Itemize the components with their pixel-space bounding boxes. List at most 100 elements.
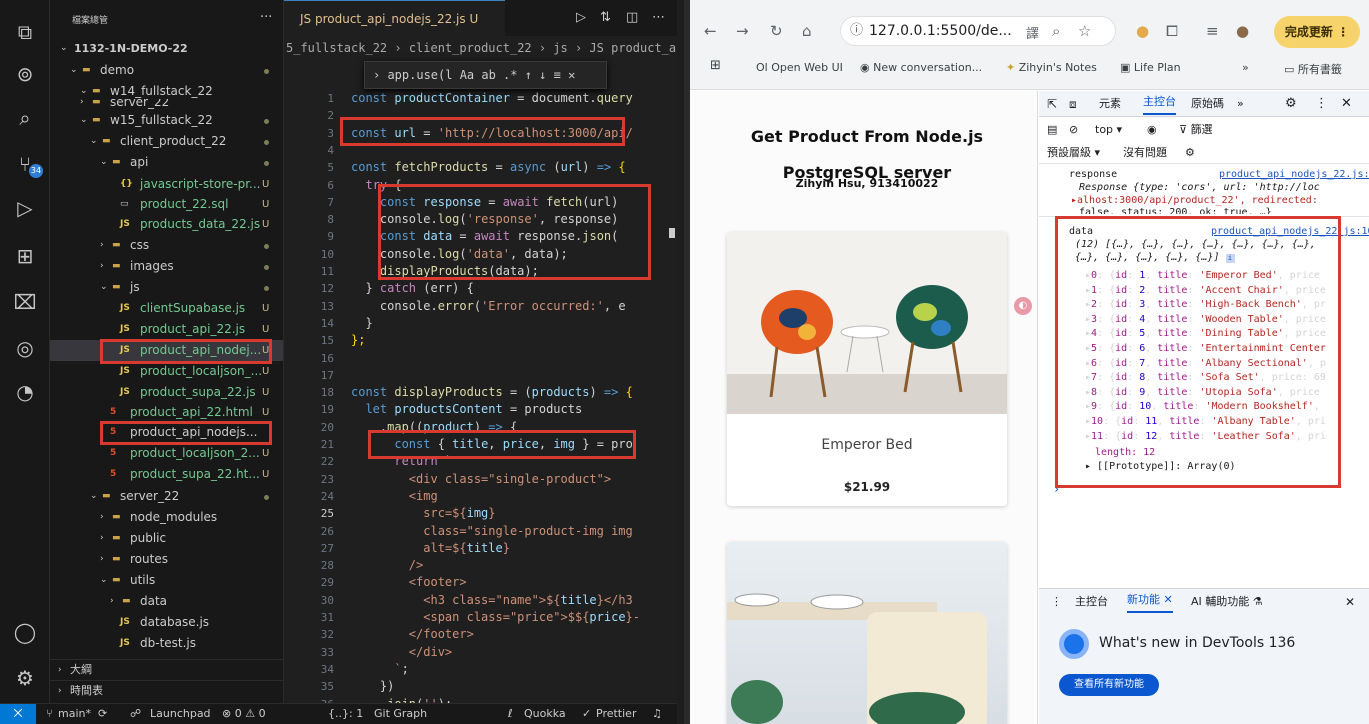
code-line[interactable]: const displayProducts = (products) => { [351, 385, 633, 399]
split-editor-icon[interactable]: ◫ [626, 10, 638, 25]
log-levels-dropdown[interactable]: 預設層級 ▾ [1047, 142, 1100, 164]
drawer-tab-console[interactable]: 主控台 [1075, 589, 1108, 615]
console-settings-icon[interactable]: ⚙ [1185, 142, 1195, 164]
array-item[interactable]: ▸9: {id: 10, title: 'Modern Bookshelf', [1085, 401, 1320, 412]
code-line[interactable]: `; [351, 662, 408, 676]
array-item[interactable]: ▸3: {id: 4, title: 'Wooden Table', price [1085, 314, 1326, 325]
tree-folder[interactable]: › ▬ node_modules [50, 507, 283, 528]
code-line[interactable]: <img [351, 489, 438, 503]
language-status[interactable]: {..}: 1 [328, 704, 363, 724]
array-item[interactable]: ▸7: {id: 8, title: 'Sofa Set', price: 69 [1085, 372, 1326, 383]
context-selector[interactable]: top ▾ [1095, 118, 1122, 142]
forward-icon[interactable]: → [736, 22, 749, 40]
tab-console[interactable]: 主控台 [1143, 91, 1176, 115]
array-item[interactable]: ▸10: {id: 11, title: 'Albany Table', pri [1085, 416, 1326, 427]
code-line[interactable]: return ` [351, 454, 452, 468]
bookmark-zihyin-notes[interactable]: ✦ Zihyin's Notes [1006, 61, 1097, 74]
code-line[interactable]: console.log('data', data); [351, 247, 568, 261]
tree-folder[interactable]: ⌄ ▬ api [50, 152, 283, 173]
code-line[interactable]: let productsContent = products [351, 402, 582, 416]
code-line[interactable]: const url = 'http://localhost:3000/api/ [351, 126, 633, 140]
profile-avatar[interactable]: ● [1236, 22, 1249, 40]
tree-file[interactable]: JS product_localjson_... U [50, 361, 283, 382]
tab-sources[interactable]: 原始碼 [1191, 91, 1224, 117]
drawer-tab-whats-new[interactable]: 新功能 ✕ [1127, 589, 1173, 613]
code-line[interactable]: }; [351, 333, 365, 347]
tree-folder[interactable]: › ▬ server_22 [50, 99, 283, 110]
code-line[interactable]: alt=${title} [351, 541, 510, 555]
code-line[interactable]: try { [351, 178, 401, 192]
account-icon[interactable]: ◯ [13, 620, 37, 644]
code-line[interactable]: const response = await fetch(url) [351, 195, 618, 209]
code-line[interactable]: <span class="price">$${price}- [351, 610, 640, 624]
see-all-features-button[interactable]: 查看所有新功能 [1059, 674, 1159, 696]
reading-list-icon[interactable]: ≡ [1206, 22, 1219, 40]
tree-file[interactable]: JS product_api_nodej... U [50, 340, 283, 361]
array-item[interactable]: ▸0: {id: 1, title: 'Emperor Bed', price [1085, 270, 1320, 281]
array-item[interactable]: ▸6: {id: 7, title: 'Albany Sectional', p [1085, 358, 1326, 369]
tree-folder[interactable]: › ▬ public [50, 528, 283, 549]
code-line[interactable]: <h3 class="name">${title}</h3 [351, 593, 633, 607]
code-line[interactable]: } catch (err) { [351, 281, 473, 295]
tree-folder[interactable]: ⌄ ▬ w15_fullstack_22 [50, 110, 283, 131]
close-devtools-icon[interactable]: ✕ [1341, 91, 1352, 117]
kebab-menu-icon[interactable]: ⋮ [1315, 91, 1328, 117]
settings-gear-icon[interactable]: ⚙ [1285, 91, 1297, 117]
files-icon[interactable]: ⧉ [13, 20, 37, 44]
data-array-summary[interactable]: (12) [{…}, {…}, {…}, {…}, {…}, {…}, {…}, [1075, 239, 1316, 250]
zoom-icon[interactable]: ⌕ [1052, 22, 1060, 40]
array-item[interactable]: ▸11: {id: 12, title: 'Leather Sofa', pri [1085, 431, 1326, 442]
quokka-label[interactable]: Quokka [524, 704, 566, 724]
close-icon[interactable]: ✕ [1164, 593, 1173, 606]
bookmarks-overflow[interactable]: » [1242, 61, 1249, 74]
notifications-bell-icon[interactable]: ♫ [652, 704, 662, 724]
timeline-icon[interactable]: ◔ [13, 380, 37, 404]
sidebar-toggle-icon[interactable]: ▤ [1047, 118, 1057, 142]
code-line[interactable]: console.error('Error occurred:', e [351, 299, 626, 313]
product-card[interactable]: Emperor Bed $21.99 [727, 232, 1007, 506]
code-line[interactable]: const productContainer = document.query [351, 91, 633, 105]
drawer-menu-icon[interactable]: ⋮ [1051, 589, 1062, 615]
tree-folder[interactable]: ⌄ 1132-1N-DEMO-22 [50, 38, 283, 59]
array-item[interactable]: ▸2: {id: 3, title: 'High-Back Bench', pr [1085, 299, 1326, 310]
code-line[interactable]: .map((product) => { [351, 420, 517, 434]
code-line[interactable]: src=${img} [351, 506, 495, 520]
array-item[interactable]: ▸8: {id: 9, title: 'Utopia Sofa', price [1085, 387, 1320, 398]
git-graph-label[interactable]: Git Graph [374, 704, 427, 724]
tree-file[interactable]: ▭ product_22.sql U [50, 194, 283, 215]
launchpad-label[interactable]: Launchpad [150, 704, 211, 724]
code-line[interactable]: const { title, price, img } = pro [351, 437, 632, 451]
tree-file[interactable]: JS database.js [50, 612, 283, 633]
tree-folder[interactable]: › ▬ routes [50, 549, 283, 570]
extensions-icon[interactable]: ⊞ [13, 244, 37, 268]
remote-indicator-icon[interactable]: ⨉ [0, 704, 36, 724]
array-prototype[interactable]: ▸ [[Prototype]]: Array(0) [1085, 461, 1236, 472]
compare-icon[interactable]: ⇅ [600, 10, 611, 25]
code-line[interactable]: } [351, 316, 372, 330]
run-icon[interactable]: ▷ [576, 10, 586, 25]
inspect-element-icon[interactable]: ⇱ [1047, 91, 1057, 117]
bookmark-star-icon[interactable]: ☆ [1078, 22, 1091, 40]
update-button[interactable]: 完成更新 ⋮ [1274, 16, 1360, 48]
code-line[interactable]: console.log('response', response) [351, 212, 618, 226]
home-icon[interactable]: ⌂ [802, 22, 812, 40]
array-item[interactable]: ▸1: {id: 2, title: 'Accent Chair', price [1085, 285, 1326, 296]
array-item[interactable]: ▸4: {id: 5, title: 'Dining Table', price [1085, 328, 1326, 339]
tree-folder[interactable]: › ▬ images [50, 256, 283, 277]
device-toggle-icon[interactable]: ⧈ [1069, 91, 1077, 117]
run-debug-icon[interactable]: ▷ [13, 196, 37, 220]
bookmark-life-plan[interactable]: ▣ Life Plan [1120, 61, 1181, 74]
close-drawer-icon[interactable]: ✕ [1345, 589, 1355, 615]
tree-folder[interactable]: ⌄ ▬ utils [50, 570, 283, 591]
testing-icon[interactable]: ⌧ [13, 290, 37, 314]
bookmark-new-conversation[interactable]: ◉ New conversation... [860, 61, 982, 74]
console-prompt[interactable]: › [1053, 482, 1060, 496]
devtools-toggle-icon[interactable]: ◐ [1014, 297, 1032, 315]
tree-file[interactable]: JS product_api_22.js U [50, 319, 283, 340]
response-source-link[interactable]: product_api_nodejs_22.js:8 [1219, 169, 1369, 180]
tree-folder[interactable]: › ▬ data [50, 591, 283, 612]
code-line[interactable]: displayProducts(data); [351, 264, 539, 278]
tree-file[interactable]: 5 product_api_nodejs... [50, 422, 283, 443]
tree-file[interactable]: JS clientSupabase.js U [50, 298, 283, 319]
tree-folder[interactable]: ⌄ ▬ server_22 [50, 486, 283, 507]
